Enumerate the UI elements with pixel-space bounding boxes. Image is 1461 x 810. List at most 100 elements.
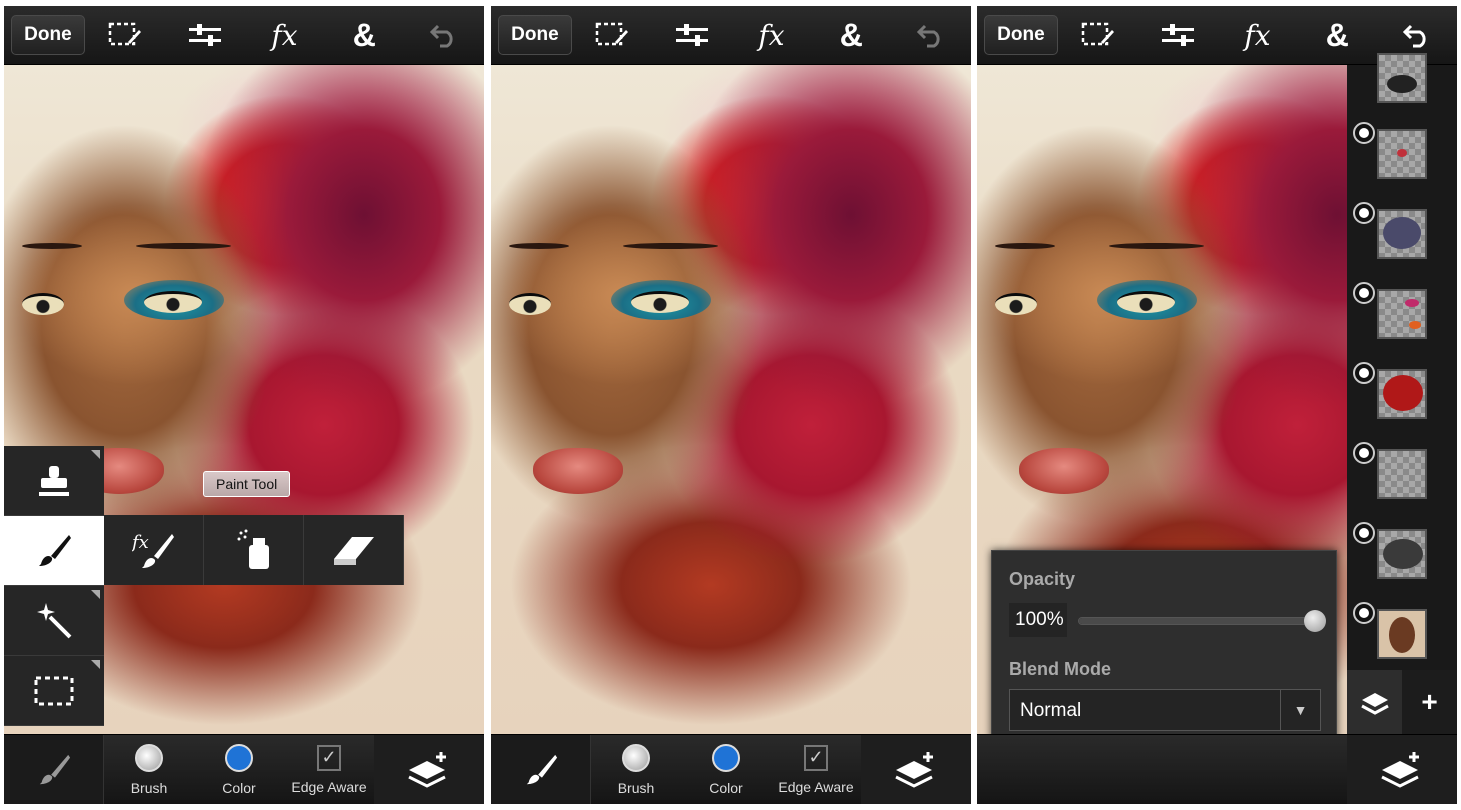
layer-content <box>1389 617 1415 653</box>
top-toolbar: Done fx & <box>491 6 971 65</box>
edge-aware-option[interactable]: ✓ Edge Aware <box>284 735 374 804</box>
done-button[interactable]: Done <box>11 15 85 55</box>
add-layer-button[interactable]: + <box>1402 670 1457 734</box>
bottom-bar: Brush Color ✓ Edge Aware <box>4 734 484 804</box>
done-button[interactable]: Done <box>984 15 1058 55</box>
layers-button[interactable] <box>1347 735 1457 804</box>
layers-button[interactable] <box>861 735 971 804</box>
undo-icon[interactable] <box>404 6 484 65</box>
brush-preview-icon <box>622 744 650 772</box>
layer-thumbnail[interactable] <box>1377 129 1427 179</box>
done-button[interactable]: Done <box>498 15 572 55</box>
magic-wand-tool[interactable] <box>4 586 104 656</box>
edge-aware-label: Edge Aware <box>291 779 367 795</box>
layer-thumbnail[interactable] <box>1377 449 1427 499</box>
brush-label: Brush <box>617 780 655 796</box>
layer-content <box>1387 75 1417 93</box>
layers-icon <box>1360 693 1389 715</box>
marquee-icon <box>34 676 74 705</box>
ampersand-icon[interactable]: & <box>811 6 891 65</box>
brush-icon <box>526 754 557 785</box>
layers-add-icon <box>1381 752 1419 788</box>
eye-left <box>995 293 1037 315</box>
color-option[interactable]: Color <box>194 735 284 804</box>
layer-content <box>1409 321 1421 329</box>
adjustments-icon[interactable] <box>1138 6 1218 65</box>
selection-edit-icon[interactable] <box>1058 6 1138 65</box>
fx-icon[interactable]: fx <box>245 6 325 65</box>
spray-can-icon <box>237 529 269 569</box>
marquee-tool[interactable] <box>4 656 104 726</box>
adjustments-icon[interactable] <box>165 6 245 65</box>
opacity-slider[interactable] <box>1078 610 1326 632</box>
layer-content <box>1383 539 1423 569</box>
layers-panel <box>1347 53 1457 675</box>
eraser-option[interactable] <box>304 515 404 585</box>
blend-mode-label: Blend Mode <box>1009 659 1111 679</box>
layer-content <box>1383 375 1423 411</box>
artwork-canvas[interactable] <box>491 65 971 734</box>
magic-wand-icon <box>37 602 72 638</box>
brow-right <box>136 243 231 249</box>
layer-thumbnail[interactable] <box>1377 209 1427 259</box>
brush-tool[interactable] <box>4 516 104 586</box>
brow-left <box>22 243 82 249</box>
undo-icon[interactable] <box>891 6 971 65</box>
brow-right <box>623 243 718 249</box>
layer-visibility-toggle[interactable] <box>1353 122 1375 144</box>
ampersand-icon[interactable]: & <box>324 6 404 65</box>
bottom-bar: Brush Color ✓ Edge Aware <box>491 734 971 804</box>
current-tool-button[interactable] <box>491 735 591 804</box>
layer-visibility-toggle[interactable] <box>1353 522 1375 544</box>
brush-option[interactable]: Brush <box>104 735 194 804</box>
current-tool-button[interactable] <box>4 735 104 804</box>
color-label: Color <box>222 780 256 796</box>
brush-option[interactable]: Brush <box>591 735 681 804</box>
layer-thumbnail-base[interactable] <box>1377 609 1427 659</box>
stamp-tool[interactable] <box>4 446 104 516</box>
selection-edit-icon[interactable] <box>572 6 652 65</box>
layer-visibility-toggle[interactable] <box>1353 282 1375 304</box>
blend-mode-select[interactable]: Normal ▼ <box>1009 689 1321 731</box>
paint-tool-tooltip: Paint Tool <box>203 471 291 497</box>
chevron-down-icon: ▼ <box>1280 690 1320 730</box>
eye-right <box>631 291 689 313</box>
fx-brush-option[interactable]: fx <box>104 515 204 585</box>
submenu-corner <box>91 590 100 599</box>
color-option[interactable]: Color <box>681 735 771 804</box>
layer-thumbnail[interactable] <box>1377 369 1427 419</box>
bottom-bar <box>977 734 1457 804</box>
adjustments-icon[interactable] <box>652 6 732 65</box>
brow-right <box>1109 243 1204 249</box>
brush-preview-icon <box>135 744 163 772</box>
layer-content <box>1383 217 1421 249</box>
layer-visibility-toggle[interactable] <box>1353 362 1375 384</box>
svg-text:fx: fx <box>132 532 149 553</box>
layer-thumbnail[interactable] <box>1377 289 1427 339</box>
top-toolbar: Done fx & <box>4 6 484 65</box>
eye-left <box>22 293 64 315</box>
layers-button[interactable] <box>374 735 484 804</box>
layers-add-icon <box>895 752 933 788</box>
selection-edit-icon[interactable] <box>85 6 165 65</box>
layer-thumbnail[interactable] <box>1377 53 1427 103</box>
brow-left <box>509 243 569 249</box>
opacity-value[interactable]: 100% <box>1009 603 1067 637</box>
layer-visibility-toggle[interactable] <box>1353 602 1375 624</box>
brush-label: Brush <box>130 780 168 796</box>
layers-toggle-button[interactable] <box>1347 670 1402 734</box>
edge-aware-option[interactable]: ✓ Edge Aware <box>771 735 861 804</box>
spray-option[interactable] <box>204 515 304 585</box>
screen-canvas: Done fx & Brush Color ✓ Edge Aware <box>491 6 971 804</box>
layer-content <box>1397 149 1407 157</box>
opacity-slider-knob[interactable] <box>1304 610 1326 632</box>
layers-add-icon <box>408 752 446 788</box>
ampersand-icon[interactable]: & <box>1297 6 1377 65</box>
fx-icon[interactable]: fx <box>1218 6 1298 65</box>
fx-icon[interactable]: fx <box>732 6 812 65</box>
eye-right <box>144 291 202 313</box>
layer-thumbnail[interactable] <box>1377 529 1427 579</box>
submenu-corner <box>91 660 100 669</box>
layer-visibility-toggle[interactable] <box>1353 442 1375 464</box>
layer-visibility-toggle[interactable] <box>1353 202 1375 224</box>
